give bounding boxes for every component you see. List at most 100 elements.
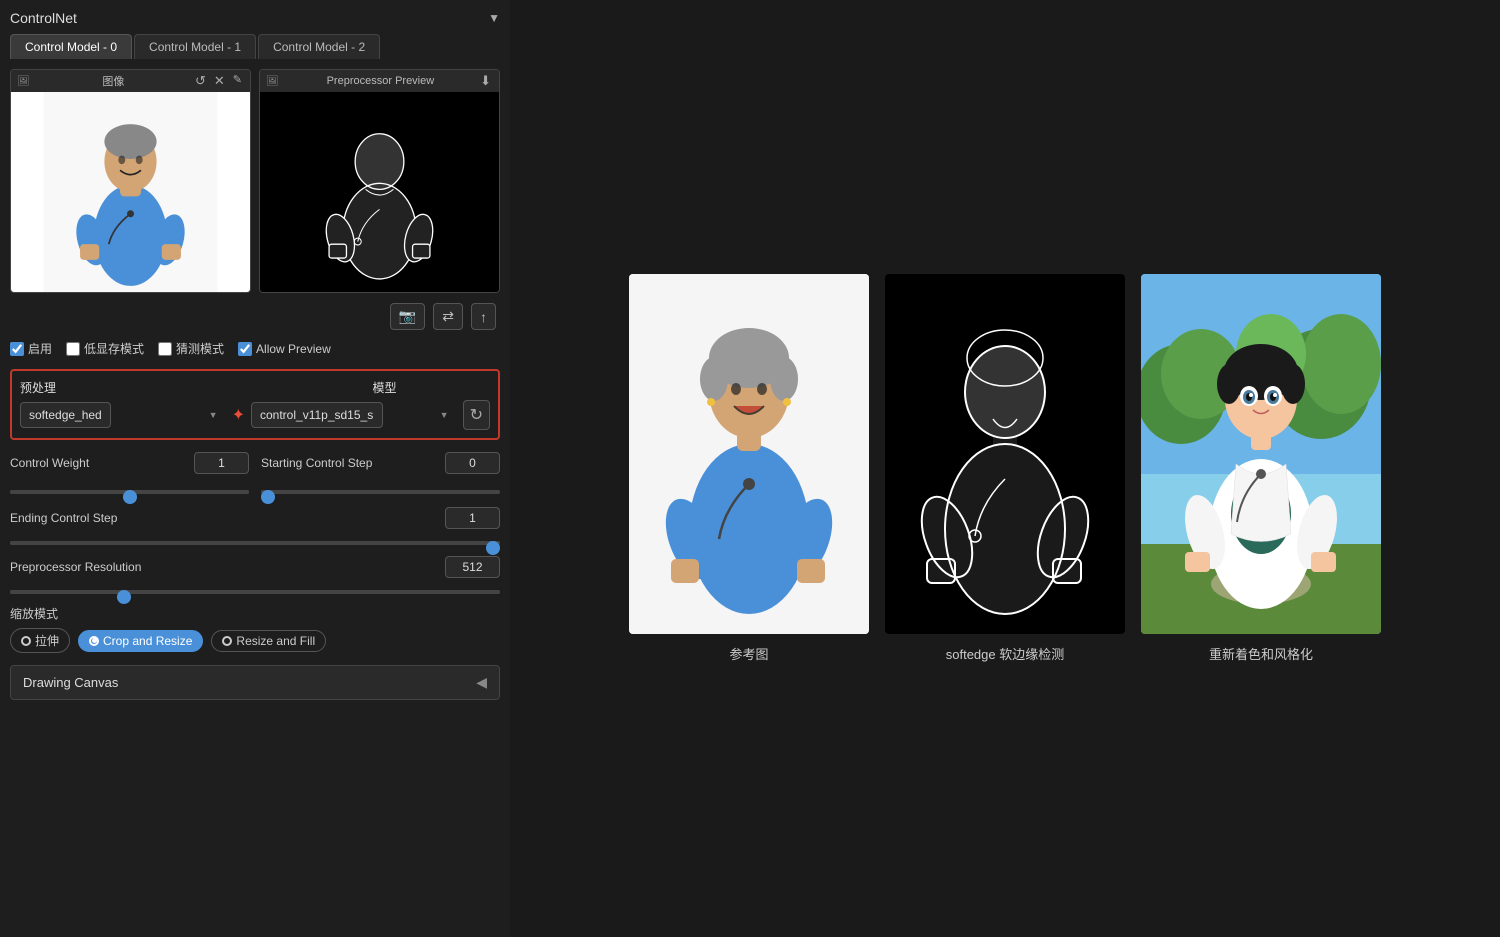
image-icon: 🖼: [17, 76, 30, 87]
ending-step-label: Ending Control Step: [10, 511, 120, 525]
starting-step-header: Starting Control Step 0: [261, 452, 500, 474]
refresh-input-icon[interactable]: ↺: [193, 73, 208, 89]
gallery-caption-2: 重新着色和风格化: [1209, 644, 1313, 663]
panel-title: ControlNet: [10, 10, 77, 26]
collapse-icon[interactable]: ▼: [488, 11, 500, 25]
input-image-header: 🖼 图像 ↺ ✕ ✎: [11, 70, 250, 92]
allow-preview-checkbox-item[interactable]: Allow Preview: [238, 342, 331, 356]
starting-step-value[interactable]: 0: [445, 452, 500, 474]
model-preprocessor-section: 预处理 模型 softedge_hed ✦ control_v11p_sd15_…: [10, 369, 500, 440]
input-image-icons: ↺ ✕ ✎: [193, 73, 244, 89]
download-preview-icon[interactable]: ⬇: [478, 73, 493, 89]
guess-mode-checkbox-item[interactable]: 猜测模式: [158, 340, 224, 357]
stretch-option[interactable]: 拉伸: [10, 628, 70, 653]
control-weight-value[interactable]: 1: [194, 452, 249, 474]
star-icon[interactable]: ✦: [232, 405, 245, 425]
control-weight-col: Control Weight 1: [10, 452, 249, 478]
crop-resize-dot: [89, 636, 99, 646]
swap-action-btn[interactable]: ⇄: [433, 303, 463, 330]
preprocessor-image-content: [260, 92, 499, 292]
enable-label: 启用: [28, 340, 52, 357]
gallery-caption-1: softedge 软边缘检测: [946, 644, 1065, 663]
resolution-value[interactable]: 512: [445, 556, 500, 578]
gallery-img-2: [1141, 274, 1381, 634]
tabs-row: Control Model - 0 Control Model - 1 Cont…: [10, 34, 500, 59]
input-image-content: [11, 92, 250, 292]
edge-large-svg: [885, 274, 1125, 634]
camera-action-btn[interactable]: 📷: [390, 303, 425, 330]
preprocessor-image-header: 🖼 Preprocessor Preview ⬇: [260, 70, 499, 92]
starting-step-slider[interactable]: [261, 490, 500, 494]
edit-input-icon[interactable]: ✎: [231, 73, 244, 89]
resolution-section: Preprocessor Resolution 512: [10, 556, 500, 597]
resolution-label: Preprocessor Resolution: [10, 560, 141, 574]
nurse-photo-svg: [11, 92, 250, 292]
gallery-item-0: 参考图: [629, 274, 869, 663]
guess-mode-checkbox[interactable]: [158, 342, 172, 356]
preprocessor-image-box: 🖼 Preprocessor Preview ⬇: [259, 69, 500, 293]
control-weight-slider[interactable]: [10, 490, 249, 494]
model-select-wrapper: control_v11p_sd15_s: [251, 402, 457, 428]
ref-photo-svg: [629, 274, 869, 634]
model-select[interactable]: control_v11p_sd15_s: [251, 402, 383, 428]
ending-step-section: Ending Control Step 1: [10, 507, 500, 548]
preprocessor-label: 预处理: [20, 379, 138, 396]
resize-fill-dot: [222, 636, 232, 646]
tab-model-0[interactable]: Control Model - 0: [10, 34, 132, 59]
gallery-caption-0: 参考图: [729, 644, 768, 663]
resize-fill-label: Resize and Fill: [236, 634, 315, 648]
low-vram-checkbox[interactable]: [66, 342, 80, 356]
tab-model-1[interactable]: Control Model - 1: [134, 34, 256, 59]
preprocessor-image-label: Preprocessor Preview: [327, 75, 435, 87]
starting-step-slider-container: [261, 482, 500, 497]
starting-step-label: Starting Control Step: [261, 456, 372, 470]
gallery-item-1: softedge 软边缘检测: [885, 274, 1125, 663]
gallery-item-2: 重新着色和风格化: [1141, 274, 1381, 663]
right-panel: 参考图: [510, 0, 1500, 937]
control-weight-header: Control Weight 1: [10, 452, 249, 474]
tab-model-2[interactable]: Control Model - 2: [258, 34, 380, 59]
two-col-slider-tracks: [10, 482, 500, 497]
edge-detection-svg: [260, 92, 499, 292]
ending-step-value[interactable]: 1: [445, 507, 500, 529]
control-weight-label: Control Weight: [10, 456, 120, 470]
allow-preview-checkbox[interactable]: [238, 342, 252, 356]
upload-action-btn[interactable]: ↑: [471, 303, 496, 330]
ending-step-slider[interactable]: [10, 541, 500, 545]
preprocessor-select[interactable]: softedge_hed: [20, 402, 111, 428]
input-image-box: 🖼 图像 ↺ ✕ ✎: [10, 69, 251, 293]
stretch-dot: [21, 636, 31, 646]
preprocessor-image-icons: ⬇: [478, 73, 493, 89]
stretch-label: 拉伸: [35, 632, 59, 649]
crop-resize-label: Crop and Resize: [103, 634, 192, 648]
control-net-panel: ControlNet ▼ Control Model - 0 Control M…: [0, 0, 510, 937]
model-refresh-icon[interactable]: ↻: [463, 400, 490, 430]
enable-checkbox-item[interactable]: 启用: [10, 340, 52, 357]
starting-step-col: Starting Control Step 0: [261, 452, 500, 478]
zoom-mode-radio-group: 拉伸 Crop and Resize Resize and Fill: [10, 628, 500, 653]
options-checkbox-row: 启用 低显存模式 猜测模式 Allow Preview: [10, 340, 500, 357]
zoom-mode-label: 缩放模式: [10, 605, 500, 622]
gallery-img-0: [629, 274, 869, 634]
styled-photo-svg: [1141, 274, 1381, 634]
ending-step-header: Ending Control Step 1: [10, 507, 500, 529]
allow-preview-label: Allow Preview: [256, 342, 331, 356]
drawing-canvas-toggle-icon[interactable]: ◀: [476, 674, 487, 691]
resize-fill-option[interactable]: Resize and Fill: [211, 630, 326, 652]
resolution-header: Preprocessor Resolution 512: [10, 556, 500, 578]
low-vram-checkbox-item[interactable]: 低显存模式: [66, 340, 144, 357]
drawing-canvas-row[interactable]: Drawing Canvas ◀: [10, 665, 500, 700]
low-vram-label: 低显存模式: [84, 340, 144, 357]
enable-checkbox[interactable]: [10, 342, 24, 356]
action-buttons-row: 📷 ⇄ ↑: [10, 303, 500, 330]
crop-resize-option[interactable]: Crop and Resize: [78, 630, 203, 652]
input-image-label: 图像: [102, 73, 124, 89]
panel-header: ControlNet ▼: [10, 10, 500, 26]
control-weight-slider-container: [10, 482, 249, 497]
drawing-canvas-label: Drawing Canvas: [23, 675, 118, 690]
close-input-icon[interactable]: ✕: [212, 73, 227, 89]
gallery-img-1: [885, 274, 1125, 634]
two-col-sliders: Control Weight 1 Starting Control Step 0: [10, 452, 500, 478]
resolution-slider[interactable]: [10, 590, 500, 594]
image-preview-row: 🖼 图像 ↺ ✕ ✎: [10, 69, 500, 293]
